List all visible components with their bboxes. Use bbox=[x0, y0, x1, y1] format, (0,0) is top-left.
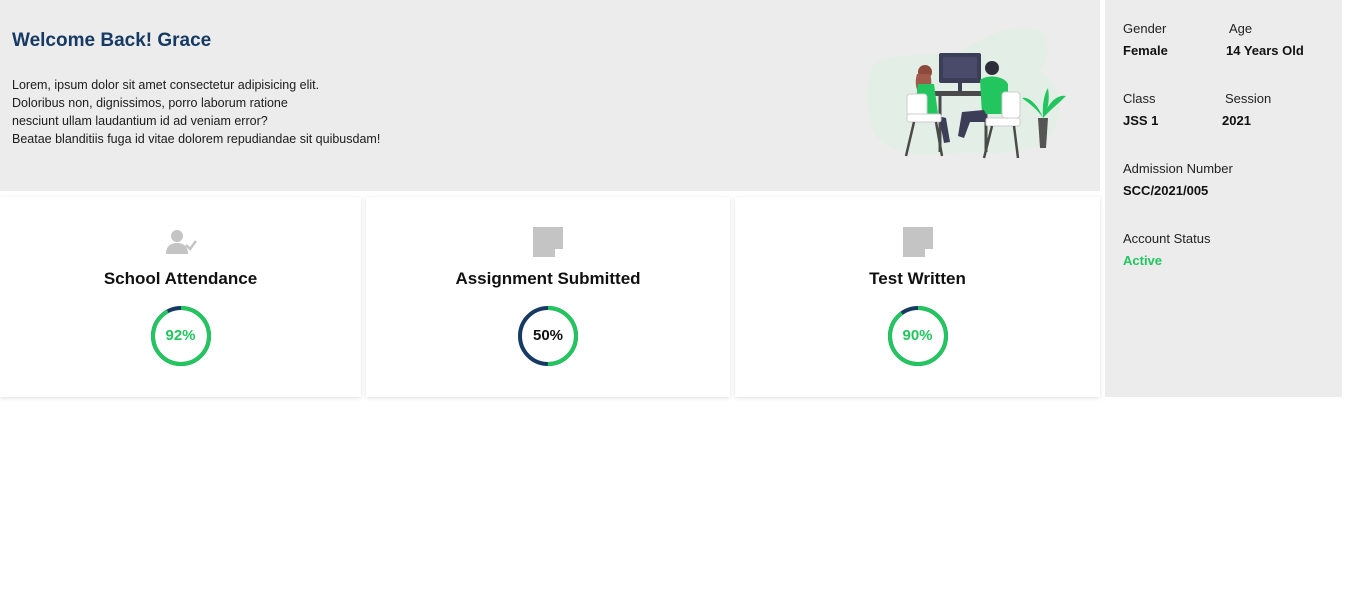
attendance-card: School Attendance 92% bbox=[0, 197, 361, 397]
welcome-banner: Welcome Back! Grace Lorem, ipsum dolor s… bbox=[0, 0, 1100, 191]
class-label: Class bbox=[1123, 91, 1156, 106]
card-title: Assignment Submitted bbox=[455, 269, 641, 288]
progress-percent: 92% bbox=[165, 327, 196, 344]
test-card: Test Written 90% bbox=[735, 197, 1100, 397]
admission-number-value: SCC/2021/005 bbox=[1123, 183, 1209, 198]
gender-value: Female bbox=[1123, 43, 1168, 58]
progress-percent: 50% bbox=[532, 327, 564, 344]
welcome-text: Lorem, ipsum dolor sit amet consectetur … bbox=[12, 76, 380, 148]
progress-percent: 90% bbox=[902, 327, 933, 344]
user-check-icon bbox=[165, 230, 197, 254]
gender-label: Gender bbox=[1123, 21, 1167, 36]
admission-number-label: Admission Number bbox=[1123, 161, 1233, 176]
card-title: School Attendance bbox=[103, 269, 258, 288]
welcome-line: Doloribus non, dignissimos, porro laboru… bbox=[12, 96, 288, 110]
welcome-line: Lorem, ipsum dolor sit amet consectetur … bbox=[12, 78, 320, 92]
welcome-line: nesciunt ullam laudantium id ad veniam e… bbox=[12, 114, 268, 128]
sticky-note-icon bbox=[902, 227, 933, 257]
profile-panel: Gender Female Age 14 Years Old Class JSS… bbox=[1105, 0, 1342, 397]
welcome-line: Beatae blanditiis fuga id vitae dolorem … bbox=[12, 132, 381, 146]
account-status-label: Account Status bbox=[1123, 231, 1211, 246]
class-value: JSS 1 bbox=[1123, 113, 1159, 128]
age-label: Age bbox=[1229, 21, 1253, 36]
session-value: 2021 bbox=[1222, 113, 1251, 128]
age-value: 14 Years Old bbox=[1226, 43, 1304, 58]
sticky-note-icon bbox=[533, 227, 563, 257]
account-status-value: Active bbox=[1123, 253, 1163, 268]
welcome-title: Welcome Back! Grace bbox=[12, 30, 212, 51]
students-illustration bbox=[867, 28, 1066, 159]
session-label: Session bbox=[1225, 91, 1272, 106]
assignment-card: Assignment Submitted 50% bbox=[366, 197, 730, 397]
card-title: Test Written bbox=[869, 269, 966, 288]
